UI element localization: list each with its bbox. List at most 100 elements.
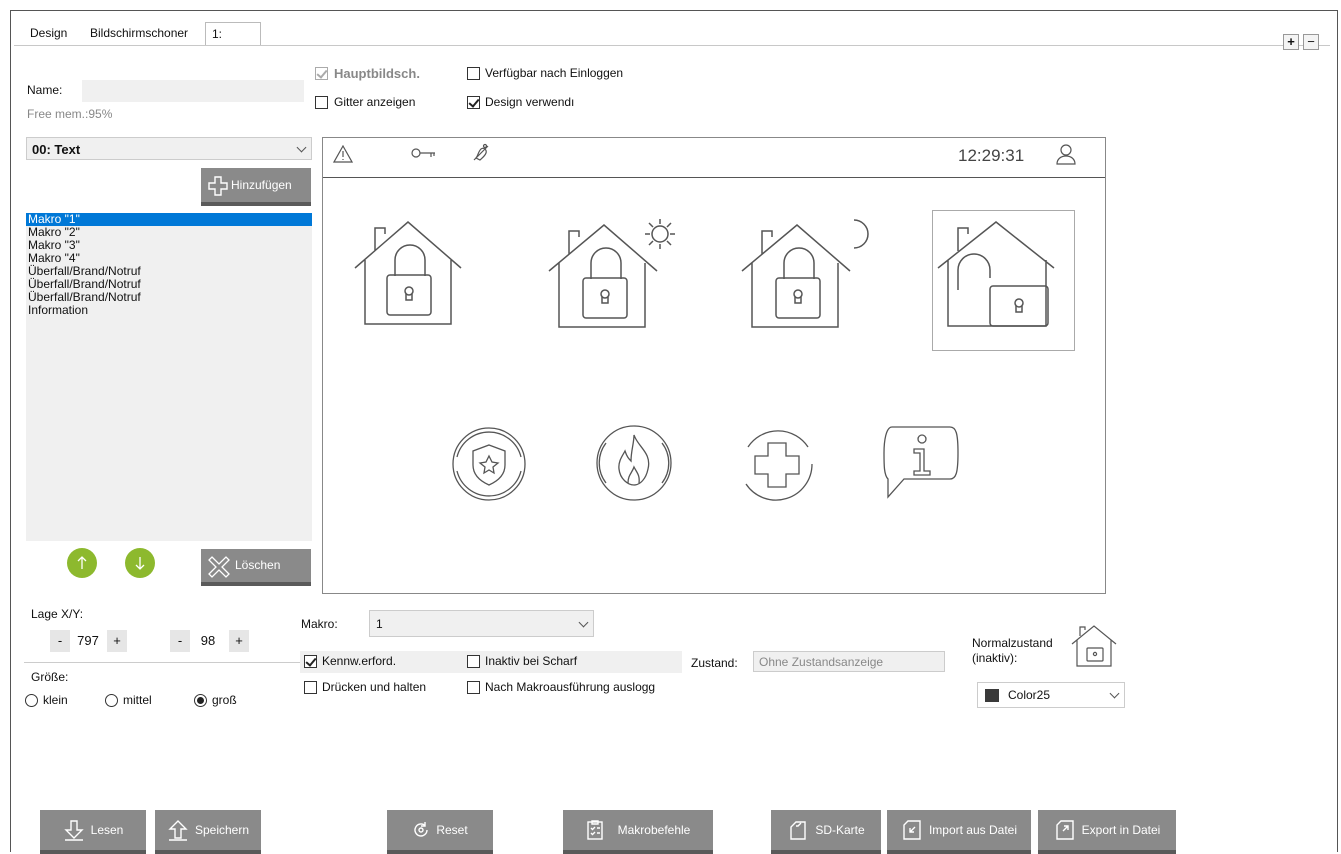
import-button[interactable]: Import aus Datei — [887, 810, 1031, 854]
free-mem-text: Free mem.:95% — [27, 107, 113, 121]
house-lock-small-icon — [1071, 625, 1117, 667]
tab-divider — [14, 45, 1330, 46]
position-label: Lage X/Y: — [31, 607, 84, 621]
speichern-label: Speichern — [194, 823, 250, 837]
size-mittel-radio[interactable] — [105, 694, 118, 707]
tab-bildschirmschoner[interactable]: Bildschirmschoner — [84, 22, 194, 46]
speichern-button[interactable]: Speichern — [155, 810, 261, 854]
export-label: Export in Datei — [1081, 823, 1161, 837]
info-bubble-icon[interactable] — [880, 425, 960, 503]
arrow-up-icon — [77, 556, 87, 569]
name-input[interactable] — [82, 80, 304, 102]
import-icon — [903, 820, 921, 840]
house-lock-icon[interactable] — [353, 218, 463, 328]
makrobefehle-label: Makrobefehle — [617, 823, 691, 837]
remove-tab-button[interactable]: − — [1303, 34, 1319, 50]
normal-label-2: (inaktiv): — [972, 651, 1018, 665]
police-badge-icon[interactable] — [450, 425, 528, 503]
checklist-icon — [586, 820, 603, 840]
nach-label: Nach Makroausführung auslogg — [485, 680, 656, 694]
x-icon — [208, 556, 230, 578]
zustand-label: Zustand: — [691, 656, 738, 670]
screen-preview[interactable]: 12:29:31 — [322, 137, 1106, 594]
kennw-checkbox[interactable] — [304, 655, 317, 668]
export-icon — [1055, 820, 1074, 840]
hauptbildsch-label: Hauptbildsch. — [334, 66, 420, 81]
size-klein-radio[interactable] — [25, 694, 38, 707]
y-plus-button[interactable]: + — [229, 630, 249, 652]
list-item[interactable]: Information — [26, 304, 312, 317]
reset-label: Reset — [436, 823, 468, 837]
tab-1[interactable]: 1: — [205, 22, 261, 46]
delete-button[interactable]: Löschen — [201, 549, 311, 586]
bell-off-icon — [473, 143, 489, 161]
divider — [24, 662, 310, 663]
size-gross-radio[interactable] — [194, 694, 207, 707]
y-minus-button[interactable]: - — [170, 630, 190, 652]
move-down-button[interactable] — [125, 548, 155, 578]
chevron-down-icon — [578, 617, 589, 627]
user-icon — [1056, 144, 1076, 165]
lesen-label: Lesen — [90, 823, 124, 837]
sd-card-icon — [790, 821, 807, 840]
sd-karte-label: SD-Karte — [815, 823, 865, 837]
fire-icon[interactable] — [594, 423, 674, 503]
delete-button-label: Löschen — [235, 558, 281, 572]
clock-time: 12:29:31 — [958, 146, 1025, 165]
design-checkbox[interactable] — [467, 96, 480, 109]
element-type-select[interactable]: 00: Text — [26, 137, 312, 160]
plus-icon — [208, 176, 228, 196]
color-swatch — [985, 689, 999, 702]
kennw-label: Kennw.erford. — [322, 654, 397, 668]
export-button[interactable]: Export in Datei — [1038, 810, 1176, 854]
add-button[interactable]: Hinzufügen — [201, 168, 311, 206]
reset-icon — [414, 822, 429, 837]
color-value: Color25 — [1008, 688, 1051, 702]
zustand-value: Ohne Zustandsanzeige — [759, 655, 884, 669]
druecken-checkbox[interactable] — [304, 681, 317, 694]
medical-cross-icon[interactable] — [738, 425, 816, 503]
chevron-down-icon — [1109, 688, 1120, 699]
nach-checkbox[interactable] — [467, 681, 480, 694]
size-label: Größe: — [31, 670, 69, 684]
verfuegbar-label: Verfügbar nach Einloggen — [485, 66, 624, 80]
lesen-button[interactable]: Lesen — [40, 810, 146, 854]
move-up-button[interactable] — [67, 548, 97, 578]
hauptbildsch-checkbox[interactable] — [315, 67, 328, 80]
house-lock-moon-icon[interactable] — [740, 216, 870, 331]
chevron-down-icon — [296, 142, 307, 152]
inaktiv-checkbox[interactable] — [467, 655, 480, 668]
inaktiv-label: Inaktiv bei Scharf — [485, 654, 578, 668]
size-klein-label: klein — [43, 693, 68, 707]
verfuegbar-checkbox[interactable] — [467, 67, 480, 80]
normal-label-1: Normalzustand — [972, 636, 1053, 650]
house-lock-sun-icon[interactable] — [547, 216, 677, 331]
element-type-value: 00: Text — [32, 142, 81, 157]
design-label: Design verwendı — [485, 95, 575, 109]
name-label: Name: — [27, 83, 63, 97]
add-tab-button[interactable]: + — [1283, 34, 1299, 50]
download-icon — [63, 820, 84, 841]
x-minus-button[interactable]: - — [50, 630, 70, 652]
x-plus-button[interactable]: + — [107, 630, 127, 652]
zustand-field[interactable]: Ohne Zustandsanzeige — [753, 651, 945, 672]
import-label: Import aus Datei — [928, 823, 1018, 837]
color-select[interactable]: Color25 — [977, 682, 1125, 708]
key-icon — [411, 148, 435, 158]
macro-select[interactable]: 1 — [369, 610, 594, 637]
reset-button[interactable]: Reset — [387, 810, 493, 854]
element-list[interactable]: Makro "1" Makro "2" Makro "3" Makro "4" … — [26, 213, 312, 541]
warning-icon — [333, 145, 353, 163]
add-button-label: Hinzufügen — [231, 178, 292, 192]
gitter-checkbox[interactable] — [315, 96, 328, 109]
upload-icon — [168, 820, 188, 841]
house-unlock-icon[interactable] — [936, 218, 1071, 333]
tab-design[interactable]: Design — [24, 22, 73, 46]
y-value[interactable]: 98 — [192, 630, 224, 652]
size-gross-label: groß — [212, 693, 237, 707]
sd-karte-button[interactable]: SD-Karte — [771, 810, 881, 854]
makrobefehle-button[interactable]: Makrobefehle — [563, 810, 713, 854]
status-bar-divider — [323, 177, 1105, 178]
macro-label: Makro: — [301, 617, 338, 631]
x-value[interactable]: 797 — [72, 630, 104, 652]
